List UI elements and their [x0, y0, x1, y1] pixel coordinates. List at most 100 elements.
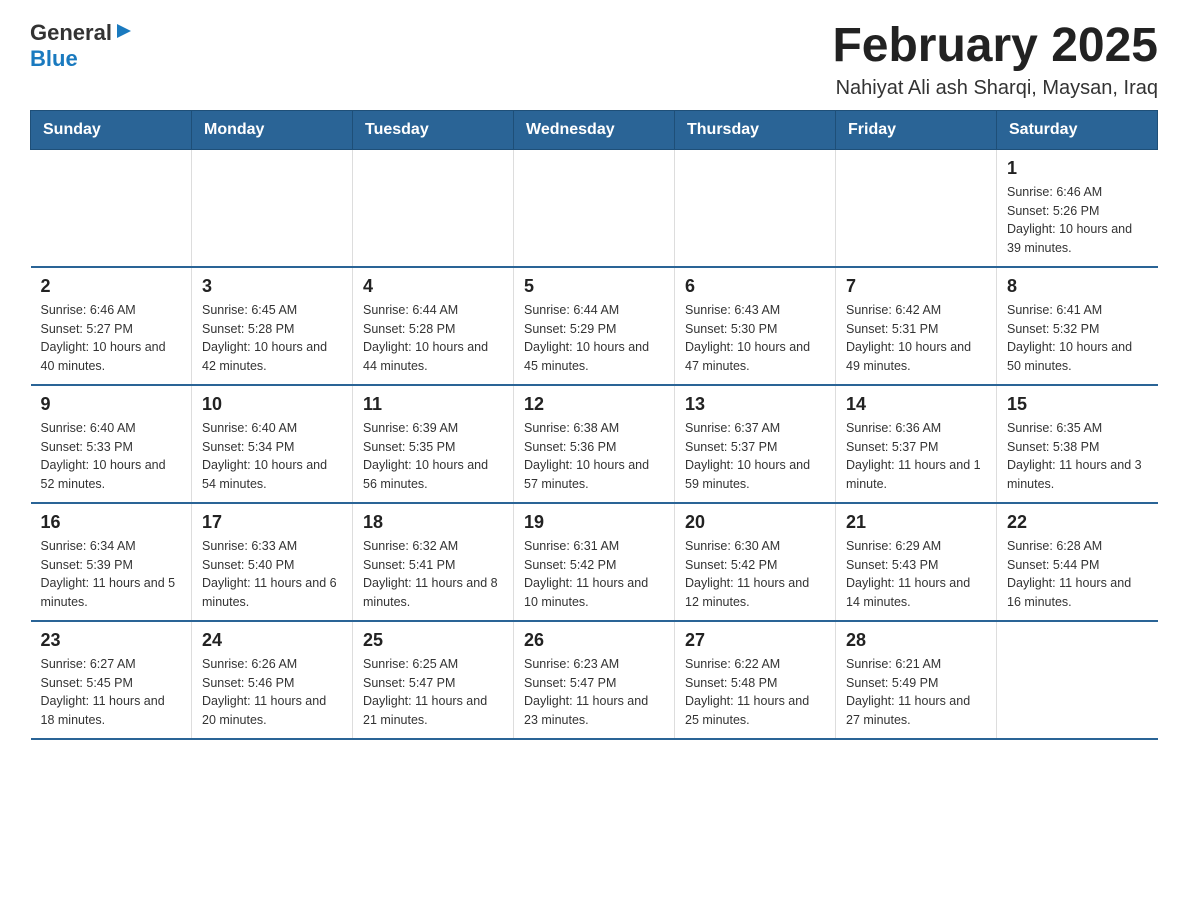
main-title: February 2025: [832, 20, 1158, 73]
calendar-cell: [192, 149, 353, 267]
calendar-cell: 6 Sunrise: 6:43 AM Sunset: 5:30 PM Daylig…: [675, 267, 836, 385]
calendar-cell: [31, 149, 192, 267]
day-number: 26: [524, 630, 664, 651]
calendar-cell: 9 Sunrise: 6:40 AM Sunset: 5:33 PM Daylig…: [31, 385, 192, 503]
day-info: Sunrise: 6:38 AM Sunset: 5:36 PM Dayligh…: [524, 419, 664, 494]
calendar-cell: 21Sunrise: 6:29 AM Sunset: 5:43 PM Dayli…: [836, 503, 997, 621]
calendar-cell: 7 Sunrise: 6:42 AM Sunset: 5:31 PM Daylig…: [836, 267, 997, 385]
calendar-cell: 3 Sunrise: 6:45 AM Sunset: 5:28 PM Daylig…: [192, 267, 353, 385]
day-info: Sunrise: 6:46 AM Sunset: 5:27 PM Dayligh…: [41, 301, 182, 376]
day-number: 22: [1007, 512, 1148, 533]
calendar-week-row: 1 Sunrise: 6:46 AM Sunset: 5:26 PM Daylig…: [31, 149, 1158, 267]
day-number: 28: [846, 630, 986, 651]
calendar-cell: 27 Sunrise: 6:22 AM Sunset: 5:48 PM Dayli…: [675, 621, 836, 739]
day-info: Sunrise: 6:44 AM Sunset: 5:29 PM Dayligh…: [524, 301, 664, 376]
calendar-cell: 24 Sunrise: 6:26 AM Sunset: 5:46 PM Dayli…: [192, 621, 353, 739]
calendar-cell: 13 Sunrise: 6:37 AM Sunset: 5:37 PM Dayli…: [675, 385, 836, 503]
day-info: Sunrise: 6:27 AM Sunset: 5:45 PM Dayligh…: [41, 655, 182, 730]
calendar-cell: 19Sunrise: 6:31 AM Sunset: 5:42 PM Dayli…: [514, 503, 675, 621]
day-number: 2: [41, 276, 182, 297]
calendar-cell: 26Sunrise: 6:23 AM Sunset: 5:47 PM Dayli…: [514, 621, 675, 739]
logo-triangle-icon: [115, 22, 133, 45]
day-number: 12: [524, 394, 664, 415]
day-info: Sunrise: 6:22 AM Sunset: 5:48 PM Dayligh…: [685, 655, 825, 730]
calendar-week-row: 9 Sunrise: 6:40 AM Sunset: 5:33 PM Daylig…: [31, 385, 1158, 503]
day-info: Sunrise: 6:28 AM Sunset: 5:44 PM Dayligh…: [1007, 537, 1148, 612]
calendar-cell: 8 Sunrise: 6:41 AM Sunset: 5:32 PM Daylig…: [997, 267, 1158, 385]
day-number: 9: [41, 394, 182, 415]
day-header-sunday: Sunday: [31, 110, 192, 149]
calendar-table: SundayMondayTuesdayWednesdayThursdayFrid…: [30, 110, 1158, 740]
calendar-cell: 1 Sunrise: 6:46 AM Sunset: 5:26 PM Daylig…: [997, 149, 1158, 267]
day-number: 18: [363, 512, 503, 533]
calendar-cell: 2 Sunrise: 6:46 AM Sunset: 5:27 PM Daylig…: [31, 267, 192, 385]
day-info: Sunrise: 6:39 AM Sunset: 5:35 PM Dayligh…: [363, 419, 503, 494]
day-number: 25: [363, 630, 503, 651]
day-info: Sunrise: 6:46 AM Sunset: 5:26 PM Dayligh…: [1007, 183, 1148, 258]
day-info: Sunrise: 6:30 AM Sunset: 5:42 PM Dayligh…: [685, 537, 825, 612]
day-number: 5: [524, 276, 664, 297]
logo-text-general: General: [30, 20, 112, 46]
calendar-cell: 22 Sunrise: 6:28 AM Sunset: 5:44 PM Dayli…: [997, 503, 1158, 621]
calendar-cell: [353, 149, 514, 267]
day-number: 16: [41, 512, 182, 533]
title-section: February 2025 Nahiyat Ali ash Sharqi, Ma…: [832, 20, 1158, 100]
day-info: Sunrise: 6:42 AM Sunset: 5:31 PM Dayligh…: [846, 301, 986, 376]
logo-text-blue: Blue: [30, 46, 78, 71]
day-header-wednesday: Wednesday: [514, 110, 675, 149]
day-header-monday: Monday: [192, 110, 353, 149]
day-number: 13: [685, 394, 825, 415]
calendar-cell: 12 Sunrise: 6:38 AM Sunset: 5:36 PM Dayli…: [514, 385, 675, 503]
day-info: Sunrise: 6:36 AM Sunset: 5:37 PM Dayligh…: [846, 419, 986, 494]
day-number: 24: [202, 630, 342, 651]
day-number: 17: [202, 512, 342, 533]
day-info: Sunrise: 6:25 AM Sunset: 5:47 PM Dayligh…: [363, 655, 503, 730]
day-info: Sunrise: 6:40 AM Sunset: 5:33 PM Dayligh…: [41, 419, 182, 494]
day-info: Sunrise: 6:37 AM Sunset: 5:37 PM Dayligh…: [685, 419, 825, 494]
day-number: 4: [363, 276, 503, 297]
day-number: 20: [685, 512, 825, 533]
day-info: Sunrise: 6:33 AM Sunset: 5:40 PM Dayligh…: [202, 537, 342, 612]
day-info: Sunrise: 6:34 AM Sunset: 5:39 PM Dayligh…: [41, 537, 182, 612]
day-number: 3: [202, 276, 342, 297]
day-number: 7: [846, 276, 986, 297]
day-info: Sunrise: 6:40 AM Sunset: 5:34 PM Dayligh…: [202, 419, 342, 494]
day-number: 14: [846, 394, 986, 415]
day-header-saturday: Saturday: [997, 110, 1158, 149]
page-header: General Blue February 2025 Nahiyat Ali a…: [30, 20, 1158, 100]
calendar-header-row: SundayMondayTuesdayWednesdayThursdayFrid…: [31, 110, 1158, 149]
calendar-cell: [836, 149, 997, 267]
day-number: 11: [363, 394, 503, 415]
calendar-cell: 18Sunrise: 6:32 AM Sunset: 5:41 PM Dayli…: [353, 503, 514, 621]
calendar-cell: [675, 149, 836, 267]
day-header-friday: Friday: [836, 110, 997, 149]
calendar-cell: 17 Sunrise: 6:33 AM Sunset: 5:40 PM Dayli…: [192, 503, 353, 621]
calendar-cell: 16 Sunrise: 6:34 AM Sunset: 5:39 PM Dayli…: [31, 503, 192, 621]
day-number: 10: [202, 394, 342, 415]
day-info: Sunrise: 6:26 AM Sunset: 5:46 PM Dayligh…: [202, 655, 342, 730]
day-info: Sunrise: 6:44 AM Sunset: 5:28 PM Dayligh…: [363, 301, 503, 376]
day-number: 27: [685, 630, 825, 651]
calendar-cell: [514, 149, 675, 267]
calendar-cell: [997, 621, 1158, 739]
day-info: Sunrise: 6:45 AM Sunset: 5:28 PM Dayligh…: [202, 301, 342, 376]
calendar-cell: 5 Sunrise: 6:44 AM Sunset: 5:29 PM Daylig…: [514, 267, 675, 385]
calendar-cell: 23 Sunrise: 6:27 AM Sunset: 5:45 PM Dayli…: [31, 621, 192, 739]
day-info: Sunrise: 6:35 AM Sunset: 5:38 PM Dayligh…: [1007, 419, 1148, 494]
calendar-week-row: 23 Sunrise: 6:27 AM Sunset: 5:45 PM Dayli…: [31, 621, 1158, 739]
day-number: 15: [1007, 394, 1148, 415]
calendar-cell: 20 Sunrise: 6:30 AM Sunset: 5:42 PM Dayli…: [675, 503, 836, 621]
day-info: Sunrise: 6:21 AM Sunset: 5:49 PM Dayligh…: [846, 655, 986, 730]
calendar-cell: 14 Sunrise: 6:36 AM Sunset: 5:37 PM Dayli…: [836, 385, 997, 503]
day-number: 23: [41, 630, 182, 651]
day-number: 1: [1007, 158, 1148, 179]
calendar-cell: 25 Sunrise: 6:25 AM Sunset: 5:47 PM Dayli…: [353, 621, 514, 739]
calendar-cell: 28 Sunrise: 6:21 AM Sunset: 5:49 PM Dayli…: [836, 621, 997, 739]
day-info: Sunrise: 6:41 AM Sunset: 5:32 PM Dayligh…: [1007, 301, 1148, 376]
day-number: 8: [1007, 276, 1148, 297]
logo: General Blue: [30, 20, 133, 72]
day-header-thursday: Thursday: [675, 110, 836, 149]
calendar-cell: 11 Sunrise: 6:39 AM Sunset: 5:35 PM Dayli…: [353, 385, 514, 503]
day-number: 6: [685, 276, 825, 297]
day-info: Sunrise: 6:43 AM Sunset: 5:30 PM Dayligh…: [685, 301, 825, 376]
